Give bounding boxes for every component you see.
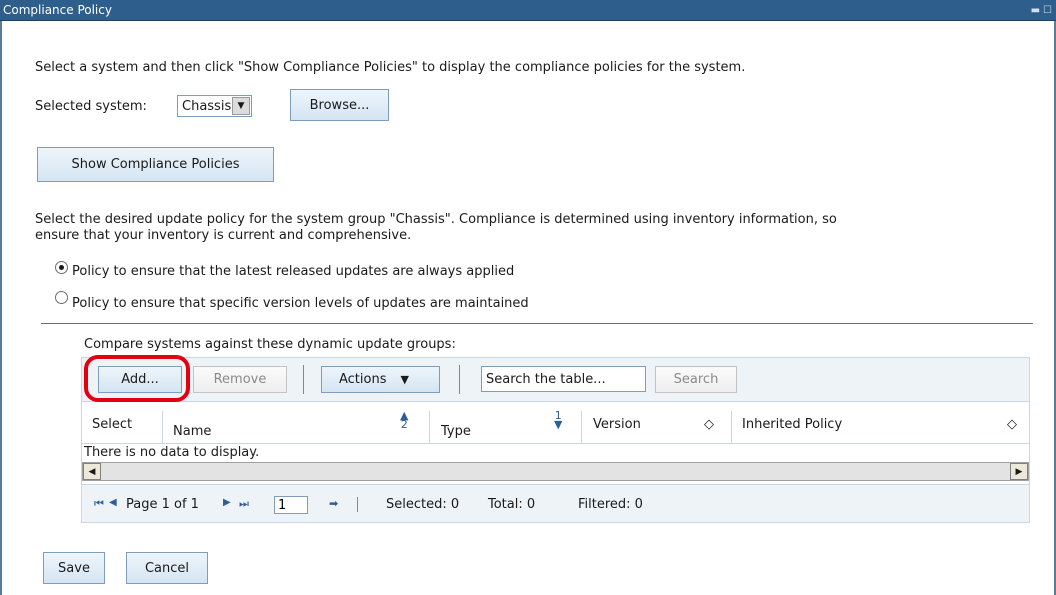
restore-icon[interactable]: ☐ [1043,5,1052,16]
policy-latest-label: Policy to ensure that the latest release… [72,264,515,279]
table-header-border [82,443,1029,444]
column-divider [429,411,430,443]
column-inherited-policy-label: Inherited Policy [742,417,843,432]
column-divider [581,411,582,443]
selected-count: Selected: 0 [386,497,460,512]
scroll-right-icon[interactable]: ▶ [1010,463,1028,480]
empty-table-message: There is no data to display. [84,445,260,460]
column-version-label: Version [593,417,641,432]
sortable-icon[interactable]: ◇ [1007,417,1017,432]
column-divider [731,411,732,443]
page-indicator: Page 1 of 1 [126,497,199,512]
policy-instructions-line2: ensure that your inventory is current an… [35,228,412,243]
browse-button[interactable]: Browse... [290,89,389,121]
column-divider [162,411,163,443]
actions-menu-button[interactable]: Actions ▼ [321,366,440,393]
column-select-label: Select [92,417,133,432]
next-page-icon[interactable]: ▶ [223,497,231,508]
remove-button[interactable]: Remove [193,366,287,393]
column-type-header[interactable]: Type 1 ▼ [441,409,581,443]
window-title: Compliance Policy [3,3,112,17]
column-type-label: Type [441,424,471,439]
previous-page-icon[interactable]: ◀ [109,497,117,508]
column-name-header[interactable]: Name ▲ 2 [173,409,428,443]
last-page-icon[interactable]: ⏭ [239,497,249,511]
table-horizontal-scrollbar[interactable]: ◀ ▶ [82,462,1029,481]
column-inherited-policy-header[interactable]: Inherited Policy ◇ [742,409,1022,443]
system-select-value: Chassis [182,98,232,114]
sortable-icon[interactable]: ◇ [704,417,714,432]
caret-down-icon: ▼ [400,373,409,386]
window-border-left [0,21,2,595]
chevron-down-icon[interactable]: ▼ [232,97,250,115]
pager-separator [357,497,358,512]
sort-ascending-icon[interactable]: ▲ 2 [400,410,408,430]
window-titlebar: Compliance Policy ▬ ☐ [0,0,1056,21]
policy-instructions-line1: Select the desired update policy for the… [35,212,837,227]
policy-latest-radio[interactable] [55,261,68,274]
scroll-left-icon[interactable]: ◀ [83,463,101,480]
show-compliance-policies-button[interactable]: Show Compliance Policies [37,147,274,182]
cancel-button[interactable]: Cancel [126,552,208,584]
groups-caption: Compare systems against these dynamic up… [84,337,456,352]
table-search-input[interactable] [481,366,646,392]
toolbar-separator [303,365,304,394]
search-button[interactable]: Search [655,366,737,393]
sort-descending-icon[interactable]: 1 ▼ [554,410,562,430]
system-select[interactable]: Chassis ▼ [177,95,252,117]
selected-system-label: Selected system: [35,99,147,114]
total-count: Total: 0 [488,497,536,512]
column-name-label: Name [173,424,212,439]
save-button[interactable]: Save [43,552,105,584]
column-version-header[interactable]: Version ◇ [593,409,728,443]
first-page-icon[interactable]: ⏮ [94,497,104,511]
page-number-input[interactable] [274,496,308,514]
window-controls: ▬ ☐ [1031,5,1052,16]
add-button-highlight [84,355,190,402]
go-to-page-icon[interactable]: ➡ [329,497,338,510]
policy-specific-radio[interactable] [55,291,68,304]
actions-label: Actions [339,372,387,387]
policy-specific-label: Policy to ensure that specific version l… [72,296,529,311]
toolbar-separator [459,365,460,394]
intro-text: Select a system and then click "Show Com… [35,60,746,75]
minimize-icon[interactable]: ▬ [1031,5,1040,16]
section-divider [41,323,1033,324]
filtered-count: Filtered: 0 [578,497,643,512]
